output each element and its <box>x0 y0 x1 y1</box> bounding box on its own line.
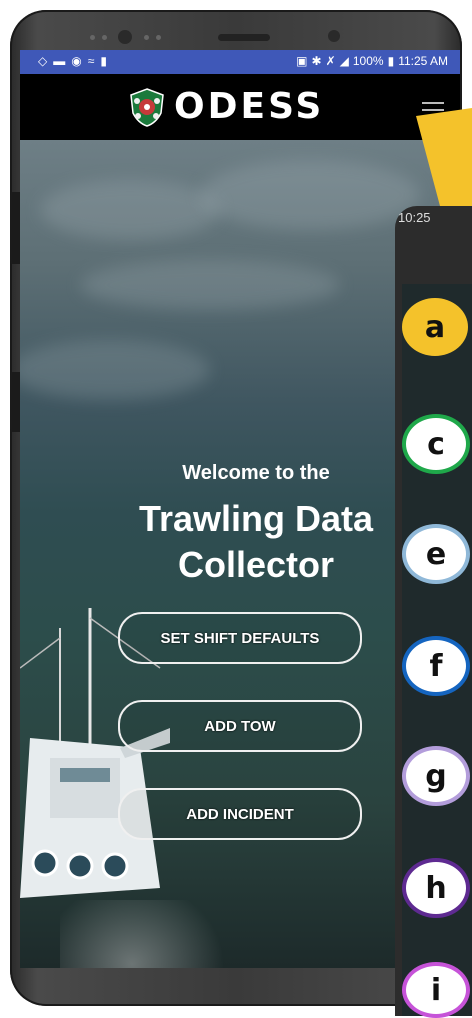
welcome-text: Welcome to the <box>182 462 330 484</box>
bixby-button <box>10 372 20 432</box>
battery-percent: 100% <box>352 54 384 68</box>
brand-name: ODESS <box>174 86 325 127</box>
badge-e: e <box>402 524 470 584</box>
cloud-shape <box>40 180 220 240</box>
badge-a: a <box>402 298 468 356</box>
overlay-time: 10:25 <box>398 210 431 225</box>
cloud-shape <box>80 260 340 310</box>
app-header: ODESS <box>20 74 460 140</box>
status-time: 11:25 AM <box>398 54 448 68</box>
signal-icon: ◢ <box>339 54 349 68</box>
cloud-shape <box>200 160 420 230</box>
camera-icon <box>118 30 132 44</box>
clipboard-icon: ▮ <box>100 54 107 68</box>
hero-background: Welcome to the Trawling Data Collector S… <box>20 140 460 968</box>
cloud-shape <box>20 340 210 400</box>
wifi-icon: ≈ <box>87 54 95 68</box>
status-icons-left: ◇ ▬ ◉ ≈ ▮ <box>38 54 107 68</box>
app-title-line1: Trawling Data <box>138 498 374 539</box>
add-tow-button[interactable]: ADD TOW <box>118 700 362 752</box>
boat-wake <box>60 900 240 968</box>
video-icon: ▬ <box>53 54 66 68</box>
sensor-dot <box>156 35 161 40</box>
earpiece-speaker <box>218 34 270 41</box>
badge-g: g <box>402 746 470 806</box>
badge-i: i <box>402 962 470 1018</box>
battery-icon: ▮ <box>387 54 395 68</box>
set-shift-defaults-button[interactable]: SET SHIFT DEFAULTS <box>118 612 362 664</box>
badge-h: h <box>402 858 470 918</box>
add-incident-button[interactable]: ADD INCIDENT <box>118 788 362 840</box>
sensor-dot <box>144 35 149 40</box>
odess-logo[interactable]: ODESS <box>128 86 324 127</box>
volume-button <box>10 192 20 264</box>
sensor-dot <box>90 35 95 40</box>
callout-arrow-shape <box>416 108 472 206</box>
status-icons-right: ▣ ✱ ✗ ◢ 100% ▮ 11:25 AM <box>296 54 448 68</box>
app-title-line2: Collector <box>177 544 335 585</box>
phone-screen: ◇ ▬ ◉ ≈ ▮ ▣ ✱ ✗ ◢ 100% ▮ 11:25 AM ODESS … <box>20 50 460 968</box>
app-title: Trawling Data Collector <box>108 496 404 588</box>
mute-icon: ✗ <box>325 54 336 68</box>
nfc-icon: ▣ <box>296 54 308 68</box>
turtle-shield-icon <box>130 87 164 127</box>
bluetooth-icon: ✱ <box>311 54 322 68</box>
cast-icon: ◇ <box>38 54 48 68</box>
badge-f: f <box>402 636 470 696</box>
sensor-dot <box>102 35 107 40</box>
status-bar: ◇ ▬ ◉ ≈ ▮ ▣ ✱ ✗ ◢ 100% ▮ 11:25 AM <box>20 50 460 74</box>
location-icon: ◉ <box>71 54 82 68</box>
badge-c: c <box>402 414 470 474</box>
front-sensor-icon <box>328 30 340 42</box>
